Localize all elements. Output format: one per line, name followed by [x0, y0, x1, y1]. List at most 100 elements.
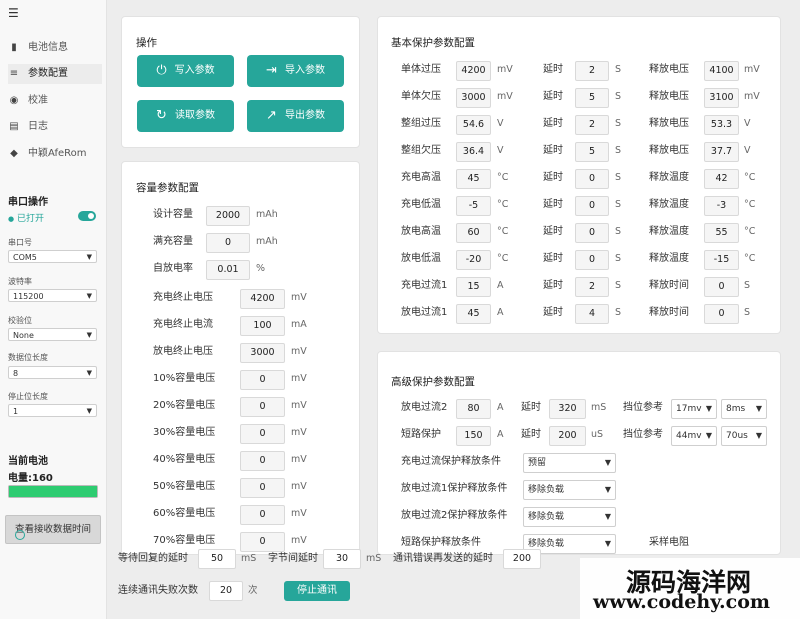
release-value-input[interactable]: -3 — [704, 196, 739, 216]
gear-time-select[interactable]: 70us ▼ — [721, 426, 767, 446]
capacity-voltage-input[interactable]: 0 — [240, 451, 285, 471]
check-receive-time-label: 查看接收数据时间 — [14, 524, 91, 535]
chevron-down-icon: ▼ — [86, 331, 92, 339]
protection-threshold-unit: A — [497, 307, 504, 318]
capacity-voltage-label: 充电终止电流 — [153, 319, 213, 330]
gear-threshold-select[interactable]: 17mv ▼ — [671, 399, 717, 419]
capacity-voltage-input[interactable]: 4200 — [240, 289, 285, 309]
protection-threshold-input[interactable]: 3000 — [456, 88, 491, 108]
capacity-voltage-input[interactable]: 0 — [240, 505, 285, 525]
export-params-button[interactable]: ↗ 导出参数 — [247, 100, 344, 132]
write-params-button[interactable]: ⏻ 写入参数 — [137, 55, 234, 87]
protection-threshold-input[interactable]: 45 — [456, 169, 491, 189]
protection-delay-input[interactable]: 2 — [575, 277, 609, 297]
stop-comm-button[interactable]: 停止通讯 — [284, 581, 350, 601]
capacity-field-input[interactable]: 0 — [206, 233, 250, 253]
capacity-voltage-input[interactable]: 0 — [240, 532, 285, 552]
stopbits-select[interactable]: 1 ▼ — [8, 404, 97, 417]
release-value-input[interactable]: 53.3 — [704, 115, 739, 135]
advanced-threshold-input[interactable]: 150 — [456, 426, 491, 446]
sidebar-item-afe-rom[interactable]: ◆ 中颖AfeRom — [8, 144, 102, 164]
advanced-delay-input[interactable]: 200 — [549, 426, 586, 446]
resend-delay-input[interactable]: 200 — [503, 549, 541, 569]
release-value-input[interactable]: 42 — [704, 169, 739, 189]
capacity-field-input[interactable]: 2000 — [206, 206, 250, 226]
release-unit: S — [744, 280, 751, 291]
serial-toggle[interactable] — [78, 211, 96, 221]
protection-threshold-input[interactable]: 15 — [456, 277, 491, 297]
capacity-field-input[interactable]: 0.01 — [206, 260, 250, 280]
protection-threshold-input[interactable]: 36.4 — [456, 142, 491, 162]
sampling-resistor-label: 采样电阻 — [649, 537, 689, 548]
protection-delay-input[interactable]: 4 — [575, 304, 609, 324]
release-condition-select[interactable]: 移除负载 ▼ — [523, 507, 616, 527]
capacity-voltage-input[interactable]: 0 — [240, 478, 285, 498]
sidebar-item-log[interactable]: ▤ 日志 — [8, 117, 102, 137]
databits-select[interactable]: 8 ▼ — [8, 366, 97, 379]
port-select[interactable]: COM5 ▼ — [8, 250, 97, 263]
release-condition-select[interactable]: 预留 ▼ — [523, 453, 616, 473]
release-value-input[interactable]: 4100 — [704, 61, 739, 81]
protection-delay-input[interactable]: 2 — [575, 115, 609, 135]
release-label: 释放时间 — [649, 280, 689, 291]
parity-select[interactable]: None ▼ — [8, 328, 97, 341]
sidebar-item-calibration[interactable]: ◉ 校准 — [8, 91, 102, 111]
protection-threshold-input[interactable]: -20 — [456, 250, 491, 270]
log-icon: ▤ — [9, 121, 19, 132]
gear-time-select[interactable]: 8ms ▼ — [721, 399, 767, 419]
release-condition-select[interactable]: 移除负载 ▼ — [523, 480, 616, 500]
release-value-input[interactable]: 55 — [704, 223, 739, 243]
protection-threshold-input[interactable]: 60 — [456, 223, 491, 243]
capacity-voltage-input[interactable]: 0 — [240, 424, 285, 444]
protection-delay-input[interactable]: 0 — [575, 169, 609, 189]
protection-delay-input[interactable]: 0 — [575, 223, 609, 243]
protection-delay-input[interactable]: 2 — [575, 61, 609, 81]
release-label: 释放温度 — [649, 226, 689, 237]
operations-panel: 操作 ⏻ 写入参数 ⇥ 导入参数 ↻ 读取参数 ↗ 导出参数 — [121, 16, 360, 148]
protection-threshold-input[interactable]: 54.6 — [456, 115, 491, 135]
release-value-input[interactable]: -15 — [704, 250, 739, 270]
import-params-button[interactable]: ⇥ 导入参数 — [247, 55, 344, 87]
sidebar-item-param-config[interactable]: ≡ 参数配置 — [8, 64, 102, 84]
stopbits-label: 停止位长度 — [8, 392, 48, 401]
protection-threshold-input[interactable]: 4200 — [456, 61, 491, 81]
protection-delay-label: 延时 — [543, 91, 563, 102]
protection-delay-input[interactable]: 0 — [575, 196, 609, 216]
protection-delay-input[interactable]: 5 — [575, 88, 609, 108]
sidebar-item-battery-info[interactable]: ▮ 电池信息 — [8, 38, 102, 58]
fail-count-input[interactable]: 20 — [209, 581, 243, 601]
protection-threshold-unit: °C — [497, 199, 509, 210]
protection-threshold-unit: mV — [497, 64, 513, 75]
protection-delay-input[interactable]: 5 — [575, 142, 609, 162]
release-value-input[interactable]: 37.7 — [704, 142, 739, 162]
read-params-button[interactable]: ↻ 读取参数 — [137, 100, 234, 132]
capacity-voltage-input[interactable]: 0 — [240, 397, 285, 417]
baud-value: 115200 — [13, 292, 44, 301]
protection-threshold-input[interactable]: -5 — [456, 196, 491, 216]
capacity-voltage-unit: mV — [291, 427, 307, 438]
capacity-voltage-input[interactable]: 3000 — [240, 343, 285, 363]
capacity-voltage-input[interactable]: 100 — [240, 316, 285, 336]
capacity-voltage-input[interactable]: 0 — [240, 370, 285, 390]
release-value-input[interactable]: 0 — [704, 277, 739, 297]
release-value-input[interactable]: 0 — [704, 304, 739, 324]
chevron-down-icon: ▼ — [86, 253, 92, 261]
release-value-input[interactable]: 3100 — [704, 88, 739, 108]
protection-delay-input[interactable]: 0 — [575, 250, 609, 270]
gear-threshold-select[interactable]: 44mv ▼ — [671, 426, 717, 446]
capacity-field-label: 设计容量 — [153, 209, 193, 220]
port-label: 串口号 — [8, 238, 32, 247]
protection-threshold-input[interactable]: 45 — [456, 304, 491, 324]
write-params-label: 写入参数 — [174, 65, 215, 76]
protection-label: 整组欠压 — [401, 145, 441, 156]
protection-threshold-unit: mV — [497, 91, 513, 102]
hamburger-icon[interactable]: ☰ — [8, 6, 19, 20]
advanced-threshold-input[interactable]: 80 — [456, 399, 491, 419]
chevron-down-icon: ▼ — [86, 292, 92, 300]
advanced-delay-input[interactable]: 320 — [549, 399, 586, 419]
advanced-protection-panel: 高级保护参数配置 放电过流2 80 A 延时 320 mS 挡位参考 17mv ▼ 8ms ▼ 短路保… — [377, 351, 781, 555]
byte-delay-input[interactable]: 30 — [323, 549, 361, 569]
gauge-icon: ◉ — [9, 95, 19, 106]
wait-delay-input[interactable]: 50 — [198, 549, 236, 569]
baud-select[interactable]: 115200 ▼ — [8, 289, 97, 302]
